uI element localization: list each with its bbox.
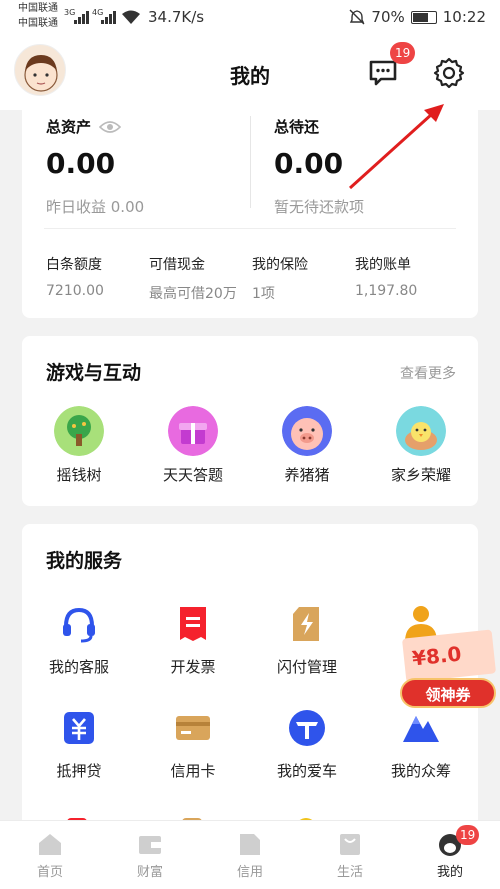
- claim-coupon-button[interactable]: 领神券: [400, 678, 496, 708]
- carrier-2: 中国联通: [18, 18, 58, 29]
- stat-value: 1项: [252, 286, 275, 302]
- tab-label: 首页: [36, 865, 63, 880]
- stat-value: 1,197.80: [355, 283, 418, 299]
- message-icon[interactable]: [368, 58, 398, 88]
- shopping-bag-icon: [340, 834, 360, 855]
- car-icon: [289, 710, 325, 746]
- divider: [44, 228, 456, 229]
- service-customer-service[interactable]: 我的客服: [22, 604, 136, 708]
- stat-label: 可借现金: [149, 257, 205, 273]
- service-label: 抵押贷: [56, 762, 102, 780]
- tab-life[interactable]: 生活: [300, 821, 400, 889]
- gift-quiz-icon: [168, 406, 218, 456]
- service-label: 信用卡: [170, 762, 216, 780]
- message-badge: 19: [390, 42, 416, 64]
- tab-label: 信用: [236, 865, 263, 880]
- total-assets-label: 总资产: [46, 118, 92, 136]
- battery-percent: 70%: [371, 8, 405, 26]
- game-label: 养猪猪: [284, 466, 330, 484]
- games-title: 游戏与互动: [46, 362, 142, 384]
- stat-label: 我的保险: [252, 257, 308, 273]
- service-label: 闪付管理: [276, 658, 337, 676]
- tab-badge: 19: [456, 825, 480, 845]
- page-title: 我的: [230, 64, 270, 88]
- clock: 10:22: [442, 8, 486, 26]
- crowdfunding-icon: [403, 716, 439, 742]
- tab-home[interactable]: 首页: [0, 821, 100, 889]
- game-item-quiz[interactable]: 天天答题: [136, 406, 250, 485]
- signal-icon: [74, 11, 89, 24]
- net-speed: 34.7K/s: [148, 8, 205, 26]
- tab-label: 我的: [436, 865, 463, 880]
- tab-bar: 首页 财富 信用 生活 我的 19: [0, 820, 500, 889]
- mute-bell-icon: [349, 9, 365, 25]
- settings-gear-icon[interactable]: [432, 56, 466, 90]
- coupon-amount: ¥8.0: [410, 641, 463, 671]
- service-invoice[interactable]: 开发票: [136, 604, 250, 708]
- game-item-money-tree[interactable]: 摇钱树: [22, 406, 136, 485]
- game-item-hometown[interactable]: 家乡荣耀: [364, 406, 478, 485]
- pig-icon: [282, 406, 332, 456]
- stat-row: 白条额度 7210.00 可借现金 最高可借20万 我的保险 1项 我的账单 1…: [46, 254, 478, 303]
- service-label: 开发票: [170, 658, 216, 676]
- service-label: 我的客服: [48, 658, 109, 676]
- tab-credit[interactable]: 信用: [200, 821, 300, 889]
- invoice-icon: [180, 607, 206, 641]
- service-mortgage[interactable]: 抵押贷: [22, 708, 136, 812]
- flash-pay-icon: [293, 607, 319, 641]
- coupon-float[interactable]: ¥8.0 领神券: [398, 629, 500, 710]
- service-car[interactable]: 我的爱车: [250, 708, 364, 812]
- game-label: 天天答题: [162, 466, 223, 484]
- yesterday-earnings: 昨日收益 0.00: [46, 198, 145, 216]
- total-assets[interactable]: 总资产 0.00 昨日收益 0.00: [46, 116, 144, 217]
- credit-icon: [240, 834, 260, 855]
- money-tree-icon: [54, 406, 104, 456]
- repay-note: 暂无待还款项: [274, 198, 365, 216]
- service-flash-pay[interactable]: 闪付管理: [250, 604, 364, 708]
- battery-icon: [410, 10, 437, 24]
- chick-icon: [396, 406, 446, 456]
- stat-label: 我的账单: [355, 257, 411, 273]
- stat-baitiao[interactable]: 白条额度 7210.00: [46, 254, 149, 303]
- game-label: 摇钱树: [56, 466, 102, 484]
- wallet-icon: [139, 836, 161, 854]
- stat-cash[interactable]: 可借现金 最高可借20万: [149, 254, 252, 303]
- headset-icon: [63, 607, 95, 643]
- total-repay-value: 0.00: [274, 147, 344, 180]
- status-right: 70% 10:22: [349, 8, 486, 26]
- stat-bill[interactable]: 我的账单 1,197.80: [355, 254, 458, 303]
- tab-label: 财富: [136, 865, 163, 880]
- divider: [250, 116, 251, 208]
- carrier-1: 中国联通: [18, 3, 58, 14]
- services-title: 我的服务: [46, 550, 123, 572]
- tab-mine[interactable]: 我的 19: [400, 821, 500, 889]
- service-label: 我的众筹: [390, 762, 451, 780]
- home-icon: [39, 834, 61, 855]
- stat-value: 最高可借20万: [149, 286, 237, 302]
- eye-icon[interactable]: [99, 119, 122, 135]
- header: 我的 19: [0, 36, 500, 110]
- wifi-icon: [122, 10, 140, 24]
- signal-icon-2: [101, 11, 116, 24]
- service-label: 我的爱车: [276, 762, 337, 780]
- service-crowdfunding[interactable]: 我的众筹: [364, 708, 478, 812]
- credit-card-icon: [176, 716, 210, 740]
- total-repay-label: 总待还: [274, 118, 320, 136]
- stat-label: 白条额度: [46, 257, 102, 273]
- games-grid: 摇钱树 天天答题 养猪猪 家乡荣耀: [22, 406, 478, 485]
- game-item-pig[interactable]: 养猪猪: [250, 406, 364, 485]
- service-credit-card[interactable]: 信用卡: [136, 708, 250, 812]
- stat-insurance[interactable]: 我的保险 1项: [252, 254, 355, 303]
- tab-wealth[interactable]: 财富: [100, 821, 200, 889]
- see-more-link[interactable]: 查看更多: [400, 363, 456, 383]
- total-assets-value: 0.00: [46, 147, 116, 180]
- stat-value: 7210.00: [46, 283, 104, 299]
- mortgage-loan-icon: [64, 712, 94, 744]
- total-repay[interactable]: 总待还 0.00 暂无待还款项: [274, 116, 364, 217]
- assets-card: 总资产 0.00 昨日收益 0.00 总待还 0.00 暂无待还款项 白条额度 …: [22, 110, 478, 318]
- status-bar: 中国联通 中国联通 3G 4G 34.7K/s 70% 10:22: [0, 0, 500, 36]
- game-label: 家乡荣耀: [390, 466, 451, 484]
- tab-label: 生活: [336, 865, 363, 880]
- games-card: 游戏与互动 查看更多 摇钱树 天天答题 养猪猪 家乡荣耀: [22, 336, 478, 506]
